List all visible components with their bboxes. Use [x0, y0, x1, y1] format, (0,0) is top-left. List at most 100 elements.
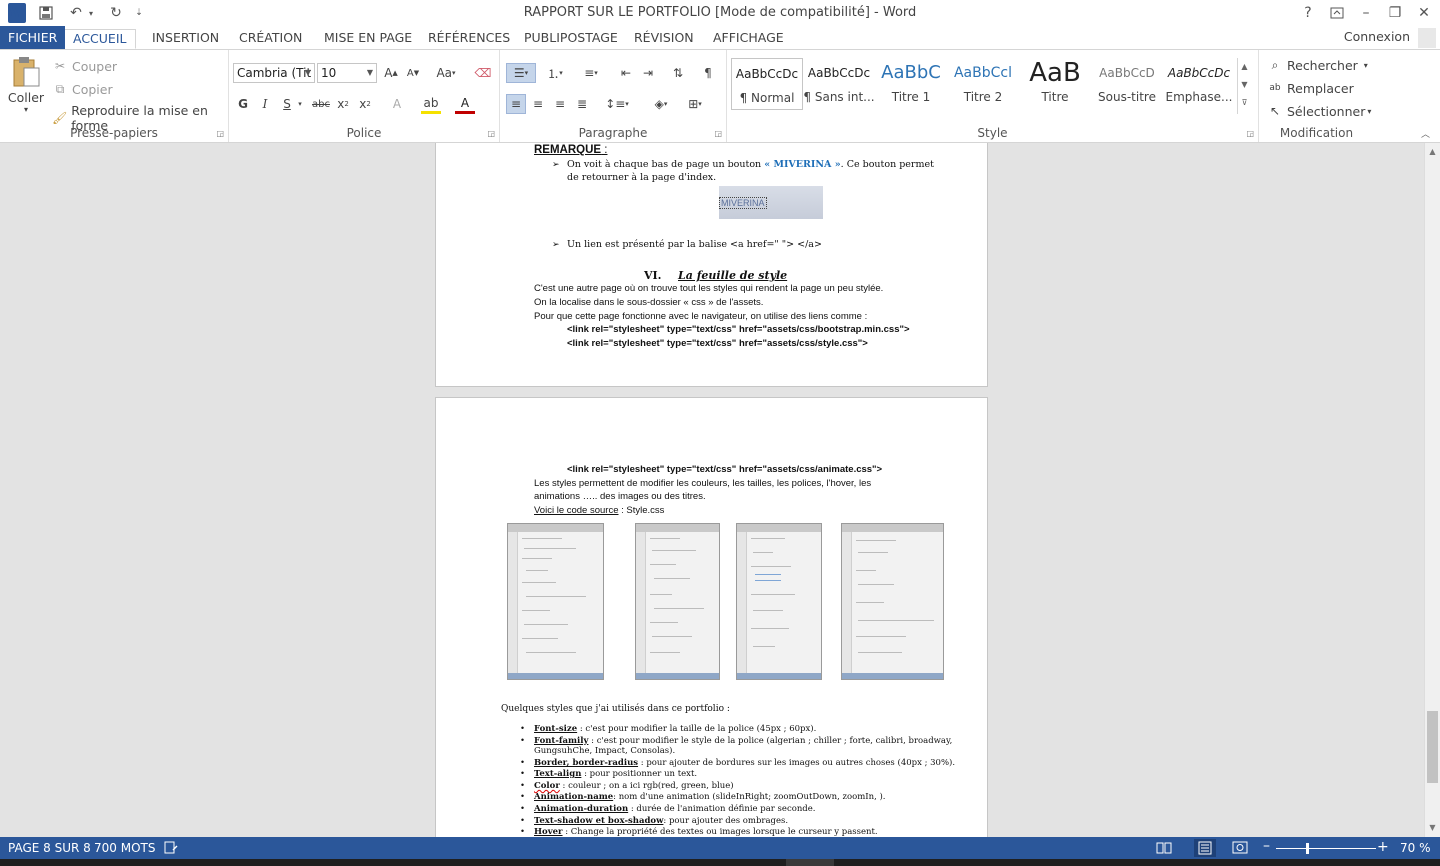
binoculars-icon: ⌕ [1271, 57, 1279, 72]
borders-icon[interactable]: ⊞ ▾ [680, 94, 710, 114]
shading-icon[interactable]: ◈ ▾ [646, 94, 676, 114]
zoom-level[interactable]: 70 % [1400, 841, 1431, 855]
tab-references[interactable]: RÉFÉRENCES [420, 29, 518, 49]
miverina-button-label: MIVERINA [719, 197, 767, 209]
chevron-down-icon[interactable]: ▼ [1238, 76, 1251, 94]
style-heading-1[interactable]: AaBbC Titre 1 [875, 58, 947, 110]
zoom-slider-thumb[interactable] [1306, 843, 1309, 854]
underline-icon[interactable]: S [277, 94, 297, 114]
ribbon-display-options-icon[interactable] [1323, 2, 1351, 24]
style-emphasis[interactable]: AaBbCcDc Emphase... [1163, 58, 1235, 110]
scroll-up-icon[interactable]: ▲ [1425, 145, 1440, 159]
styles-launcher-icon[interactable]: ◲ [1246, 129, 1254, 138]
tab-mise-en-page[interactable]: MISE EN PAGE [316, 29, 420, 49]
text-effects-icon[interactable]: A [387, 94, 407, 114]
numbering-icon[interactable]: ⒈ ▾ [540, 63, 570, 83]
zoom-in-button[interactable]: + [1377, 839, 1389, 855]
help-button[interactable]: ? [1294, 2, 1322, 24]
close-button[interactable]: ✕ [1410, 2, 1438, 24]
style-title[interactable]: AaB Titre [1019, 58, 1091, 110]
collapse-ribbon-icon[interactable]: ︿ [1421, 127, 1430, 140]
list-bullet: • [520, 816, 526, 826]
paste-button[interactable]: Coller ▾ [6, 56, 46, 118]
minimize-button[interactable]: – [1352, 2, 1380, 24]
page-9: <link rel="stylesheet" type="text/css" h… [435, 397, 988, 837]
list-bullet: • [520, 804, 526, 814]
paragraph-launcher-icon[interactable]: ◲ [714, 129, 722, 138]
align-left-icon[interactable]: ≡ [506, 94, 526, 114]
font-size-combo[interactable]: 10 ▼ [317, 63, 377, 83]
scroll-down-icon[interactable]: ▼ [1425, 821, 1440, 835]
list-item: • Color : couleur ; on a ici rgb(red, gre… [520, 781, 734, 791]
strikethrough-icon[interactable]: abc [311, 94, 331, 114]
chevron-up-icon[interactable]: ▲ [1238, 58, 1251, 76]
clear-formatting-icon[interactable]: ⌫ [473, 63, 493, 83]
tab-affichage[interactable]: AFFICHAGE [705, 29, 792, 49]
line-spacing-icon[interactable]: ↕≡ ▾ [602, 94, 632, 114]
superscript-icon[interactable]: x2 [355, 94, 375, 114]
font-launcher-icon[interactable]: ◲ [487, 129, 495, 138]
tab-fichier[interactable]: FICHIER [0, 26, 66, 49]
select-button[interactable]: ↖ Sélectionner ▾ [1267, 103, 1371, 119]
read-mode-icon[interactable] [1156, 841, 1172, 857]
web-layout-icon[interactable] [1232, 841, 1248, 857]
proofing-icon[interactable] [164, 841, 178, 857]
tab-creation[interactable]: CRÉATION [231, 29, 310, 49]
zoom-out-button[interactable]: – [1263, 838, 1270, 854]
change-case-icon[interactable]: Aa ▾ [431, 63, 461, 83]
style-subtitle[interactable]: AaBbCcD Sous-titre [1091, 58, 1163, 110]
find-button[interactable]: ⌕ Rechercher ▾ [1267, 57, 1368, 73]
underline-dropdown-icon[interactable]: ▾ [295, 94, 305, 114]
page-8-top: REMARQUE : ➢ On voit à chaque bas de pag… [435, 143, 988, 387]
replace-button[interactable]: ab Remplacer [1267, 80, 1353, 96]
increase-indent-icon[interactable]: ⇥ [638, 63, 658, 83]
zoom-slider[interactable] [1276, 843, 1376, 854]
decrease-indent-icon[interactable]: ⇤ [616, 63, 636, 83]
shrink-font-icon[interactable]: A ▼ [403, 63, 423, 83]
document-area[interactable]: REMARQUE : ➢ On voit à chaque bas de pag… [0, 143, 1424, 837]
justify-icon[interactable]: ≣ [572, 94, 592, 114]
show-formatting-marks-icon[interactable]: ¶ [698, 63, 718, 83]
word-count[interactable]: 700 MOTS [94, 841, 155, 855]
restore-button[interactable]: ❐ [1381, 2, 1409, 24]
font-name-combo[interactable]: Cambria (Tit ▼ [233, 63, 315, 83]
highlight-color-icon[interactable]: ab [421, 94, 441, 114]
style-preview: AaBbCcDc [807, 66, 871, 80]
tab-publipostage[interactable]: PUBLIPOSTAGE [516, 29, 626, 49]
tab-accueil[interactable]: ACCUEIL [64, 29, 136, 49]
bullets-icon[interactable]: ☰ ▾ [506, 63, 536, 83]
style-heading-2[interactable]: AaBbCcl Titre 2 [947, 58, 1019, 110]
more-styles-icon[interactable]: ⊽ [1238, 94, 1251, 112]
clipboard-launcher-icon[interactable]: ◲ [216, 129, 224, 138]
subscript-icon[interactable]: x2 [333, 94, 353, 114]
source-code-line: Voici le code source : Style.css [534, 505, 665, 516]
styles-scroll[interactable]: ▲ ▼ ⊽ [1237, 58, 1251, 114]
page-counter[interactable]: PAGE 8 SUR 8 [8, 841, 91, 855]
align-center-icon[interactable]: ≡ [528, 94, 548, 114]
font-color-icon[interactable]: A [455, 94, 475, 114]
account-avatar[interactable] [1418, 28, 1436, 48]
copy-button[interactable]: ⧉ Copier [52, 81, 113, 97]
cut-button[interactable]: ✂ Couper [52, 58, 117, 74]
style-preview: AaB [1029, 58, 1081, 88]
bold-icon[interactable]: G [233, 94, 253, 114]
align-right-icon[interactable]: ≡ [550, 94, 570, 114]
os-taskbar [0, 859, 1440, 866]
sort-icon[interactable]: ⇅ [668, 63, 688, 83]
style-no-spacing[interactable]: AaBbCcDc ¶ Sans int... [803, 58, 875, 110]
taskbar-word-item[interactable] [786, 859, 834, 866]
vertical-scrollbar[interactable]: ▲ ▼ [1424, 143, 1440, 837]
multilevel-list-icon[interactable]: ≡ ▾ [576, 63, 606, 83]
sign-in-link[interactable]: Connexion [1344, 29, 1410, 44]
paragraph-4-cont: animations ….. des images ou des titres. [534, 491, 706, 502]
italic-icon[interactable]: I [255, 94, 275, 114]
tab-revision[interactable]: RÉVISION [626, 29, 702, 49]
replace-icon: ab [1269, 83, 1281, 93]
print-layout-icon[interactable] [1194, 839, 1216, 857]
grow-font-icon[interactable]: A ▲ [381, 63, 401, 83]
source-code-link[interactable]: Voici le code source [534, 505, 619, 516]
code-screenshot-1 [507, 523, 604, 680]
tab-insertion[interactable]: INSERTION [144, 29, 227, 49]
scrollbar-thumb[interactable] [1427, 711, 1438, 783]
style-normal[interactable]: AaBbCcDc ¶ Normal [731, 58, 803, 110]
